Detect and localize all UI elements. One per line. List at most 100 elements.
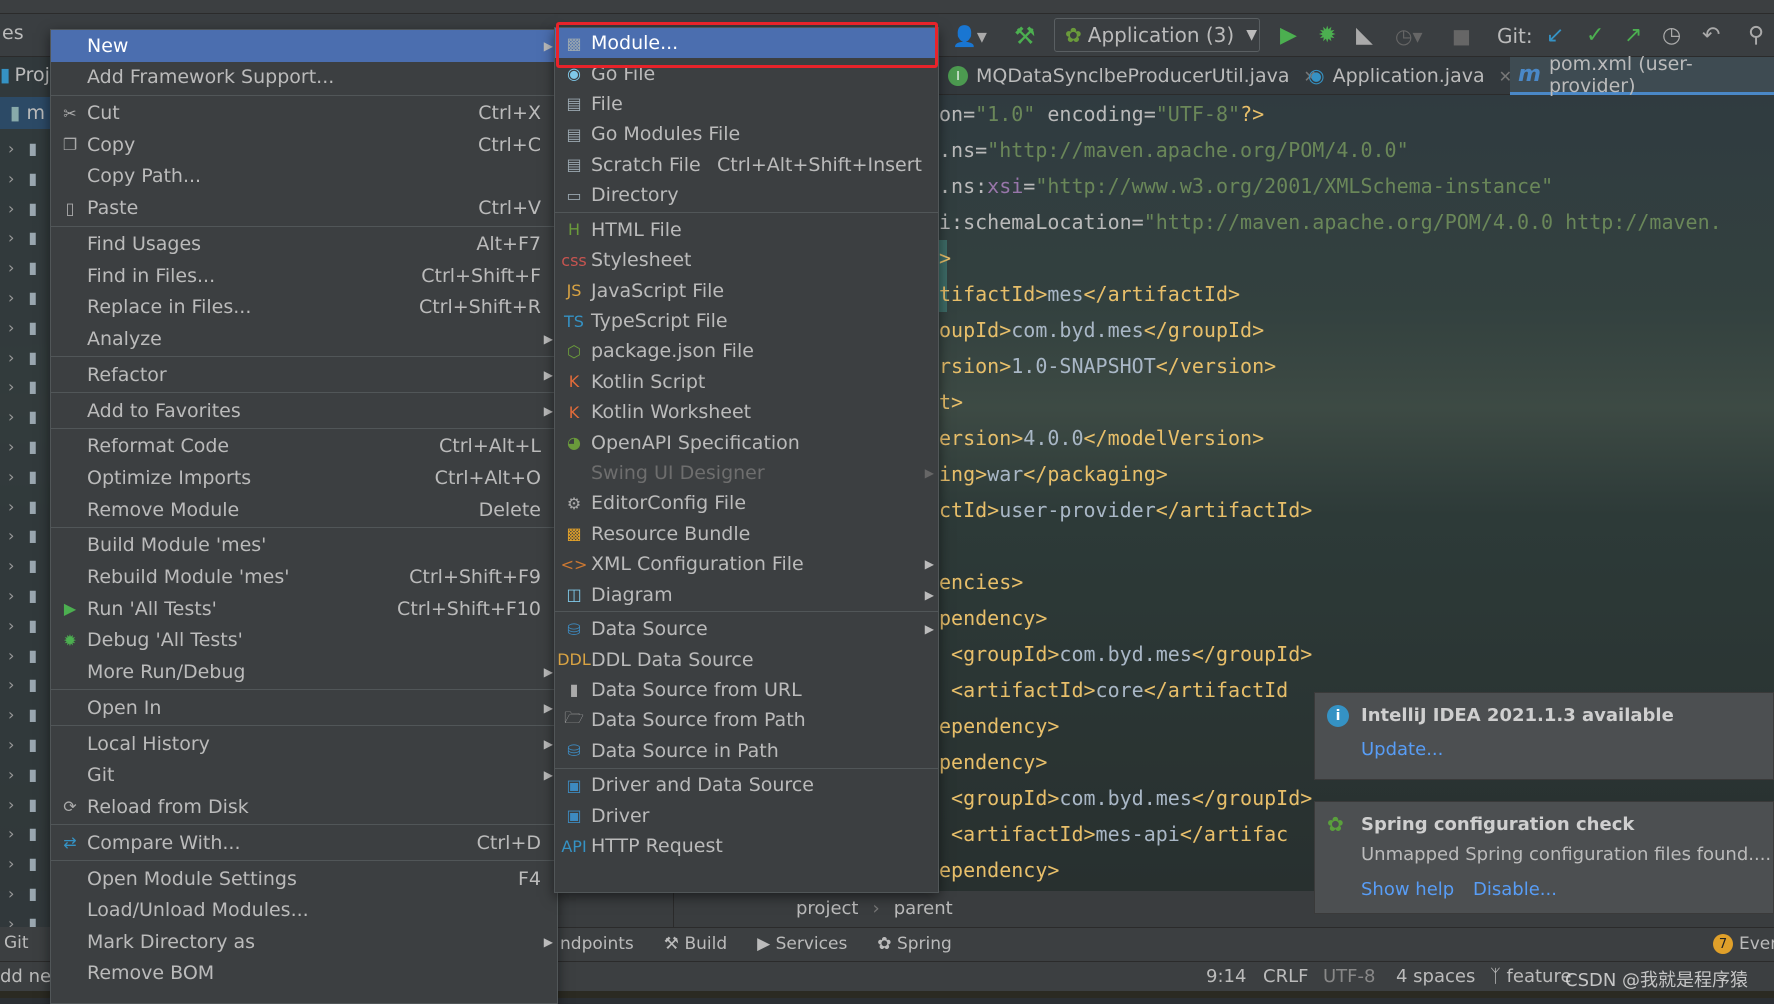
menu-item-paste[interactable]: ▯ Paste Ctrl+V [51, 192, 557, 224]
menu-item-debug-all-tests[interactable]: ✹ Debug 'All Tests' [51, 624, 557, 656]
tab-pom-xml[interactable]: m pom.xml (user-provider) [1510, 53, 1774, 97]
tree-row[interactable]: › ▮ [8, 169, 37, 188]
menu-item-remove-bom[interactable]: Remove BOM [51, 958, 557, 990]
chevron-right-icon[interactable]: › [8, 735, 14, 754]
menu-item-stylesheet[interactable]: css Stylesheet [555, 245, 938, 275]
git-commit-icon[interactable]: ✓ [1586, 14, 1604, 57]
menu-item-remove-module[interactable]: Remove Module Delete [51, 494, 557, 526]
menu-item-ddl-data-source[interactable]: DDL DDL Data Source [555, 644, 938, 674]
menu-item-go-file[interactable]: ◉ Go File [555, 58, 938, 88]
menu-item-reformat-code[interactable]: Reformat Code Ctrl+Alt+L [51, 431, 557, 463]
menu-item-compare-with[interactable]: ⇄ Compare With... Ctrl+D [51, 827, 557, 859]
chevron-right-icon[interactable]: › [8, 854, 14, 873]
debug-icon[interactable]: ✹ [1318, 14, 1336, 57]
tree-row[interactable]: › ▮ [8, 616, 37, 635]
menu-item-swing-ui-designer[interactable]: Swing UI Designer ▶ [555, 458, 938, 488]
chevron-right-icon[interactable]: › [8, 288, 14, 307]
run-config-select[interactable]: ✿ Application (3) ▼ [1054, 18, 1260, 52]
chevron-right-icon[interactable]: › [8, 258, 14, 277]
tree-row[interactable]: › ▮ [8, 526, 37, 545]
chevron-right-icon[interactable]: › [8, 616, 14, 635]
menu-item-kotlin-script[interactable]: K Kotlin Script [555, 367, 938, 397]
chevron-right-icon[interactable]: › [8, 169, 14, 188]
chevron-right-icon[interactable]: › [8, 348, 14, 367]
tree-row[interactable]: › ▮ [8, 199, 37, 218]
menu-item-http-request[interactable]: API HTTP Request [555, 831, 938, 861]
tree-row[interactable]: › ▮ [8, 675, 37, 694]
menu-item-replace-in-files[interactable]: Replace in Files... Ctrl+Shift+R [51, 291, 557, 323]
menu-item-mark-directory-as[interactable]: Mark Directory as ▶ [51, 926, 557, 958]
tree-row[interactable]: › ▮ [8, 407, 37, 426]
menu-item-driver[interactable]: ▣ Driver [555, 801, 938, 831]
chevron-right-icon[interactable]: › [8, 526, 14, 545]
menu-item-driver-and-data-source[interactable]: ▣ Driver and Data Source [555, 770, 938, 800]
menu-item-open-in[interactable]: Open In ▶ [51, 692, 557, 724]
menu-item-reload-from-disk[interactable]: ⟳ Reload from Disk [51, 791, 557, 823]
tree-row[interactable]: › ▮ [8, 884, 37, 903]
tree-row[interactable]: › ▮ [8, 258, 37, 277]
menu-item-go-modules-file[interactable]: ▤ Go Modules File [555, 119, 938, 149]
indent-setting[interactable]: 4 spaces [1396, 966, 1475, 987]
menu-item-data-source-from-path[interactable]: 🗁 Data Source from Path [555, 705, 938, 735]
menu-item-package-json-file[interactable]: ⬡ package.json File [555, 336, 938, 366]
menu-item-file[interactable]: ▤ File [555, 89, 938, 119]
menu-item-data-source[interactable]: ⛁ Data Source ▶ [555, 614, 938, 644]
tree-row[interactable]: › ▮ [8, 765, 37, 784]
menu-item-load-unload-modules[interactable]: Load/Unload Modules... [51, 894, 557, 926]
tool-window-spring[interactable]: ✿ Spring [877, 934, 952, 954]
search-icon[interactable]: ⚲ [1748, 14, 1764, 57]
tool-window-endpoints[interactable]: ndpoints [560, 934, 634, 954]
menu-item-optimize-imports[interactable]: Optimize Imports Ctrl+Alt+O [51, 462, 557, 494]
chevron-right-icon[interactable]: › [8, 705, 14, 724]
tree-row[interactable]: › ▮ [8, 437, 37, 456]
menu-item-scratch-file[interactable]: ▤ Scratch File Ctrl+Alt+Shift+Insert [555, 150, 938, 180]
breadcrumb-item[interactable]: parent [894, 898, 953, 919]
menu-item-add-framework-support[interactable]: Add Framework Support... [51, 62, 557, 94]
tool-window-build[interactable]: ⚒ Build [664, 934, 727, 954]
menu-item-build-module-mes[interactable]: Build Module 'mes' [51, 530, 557, 562]
menu-item-refactor[interactable]: Refactor ▶ [51, 359, 557, 391]
breadcrumb-item[interactable]: project [796, 898, 858, 919]
history-icon[interactable]: ◷ [1662, 14, 1681, 57]
build-hammer-icon[interactable]: ⚒ [1014, 14, 1036, 57]
menu-item-xml-configuration-file[interactable]: <> XML Configuration File ▶ [555, 549, 938, 579]
tree-row[interactable]: › ▮ [8, 318, 37, 337]
tree-row[interactable]: › ▮ [8, 586, 37, 605]
menu-item-copy[interactable]: ❐ Copy Ctrl+C [51, 129, 557, 161]
chevron-right-icon[interactable]: › [8, 377, 14, 396]
menu-item-data-source-from-url[interactable]: ▮ Data Source from URL [555, 675, 938, 705]
git-update-icon[interactable]: ↙ [1546, 14, 1564, 57]
profile-icon[interactable]: ◷▾ [1395, 14, 1423, 57]
stop-icon[interactable]: ■ [1452, 14, 1471, 57]
coverage-icon[interactable]: ◣ [1356, 14, 1373, 57]
menu-item-analyze[interactable]: Analyze ▶ [51, 323, 557, 355]
run-icon[interactable]: ▶ [1280, 14, 1297, 57]
user-icon[interactable]: 👤▾ [952, 14, 987, 57]
tree-row[interactable]: › ▮ [8, 795, 37, 814]
chevron-right-icon[interactable]: › [8, 467, 14, 486]
menu-item-open-module-settings[interactable]: Open Module Settings F4 [51, 863, 557, 895]
tree-row[interactable]: › ▮ [8, 705, 37, 724]
menu-item-typescript-file[interactable]: TS TypeScript File [555, 306, 938, 336]
disable-link[interactable]: Disable... [1473, 879, 1557, 900]
git-push-icon[interactable]: ↗ [1624, 14, 1642, 57]
tree-row[interactable]: › ▮ [8, 556, 37, 575]
menu-item-html-file[interactable]: H HTML File [555, 215, 938, 245]
chevron-right-icon[interactable]: › [8, 765, 14, 784]
menu-item-javascript-file[interactable]: JS JavaScript File [555, 275, 938, 305]
menu-item-data-source-in-path[interactable]: ⛁ Data Source in Path [555, 736, 938, 766]
project-tab[interactable]: ▮ Proj [0, 64, 50, 86]
file-encoding[interactable]: UTF-8 [1323, 966, 1375, 987]
chevron-right-icon[interactable]: › [8, 228, 14, 247]
menu-item-copy-path[interactable]: Copy Path... [51, 161, 557, 193]
menu-item-openapi-specification[interactable]: ◕ OpenAPI Specification [555, 427, 938, 457]
chevron-right-icon[interactable]: › [8, 407, 14, 426]
tree-row[interactable]: › ▮ [8, 228, 37, 247]
tree-row[interactable]: › ▮ [8, 348, 37, 367]
menu-item-git[interactable]: Git ▶ [51, 759, 557, 791]
tree-row[interactable]: › ▮ [8, 854, 37, 873]
tree-row[interactable]: › ▮ [8, 288, 37, 307]
chevron-right-icon[interactable]: › [8, 795, 14, 814]
chevron-right-icon[interactable]: › [8, 437, 14, 456]
tab-application[interactable]: ◉ Application.java ✕ [1300, 57, 1520, 95]
